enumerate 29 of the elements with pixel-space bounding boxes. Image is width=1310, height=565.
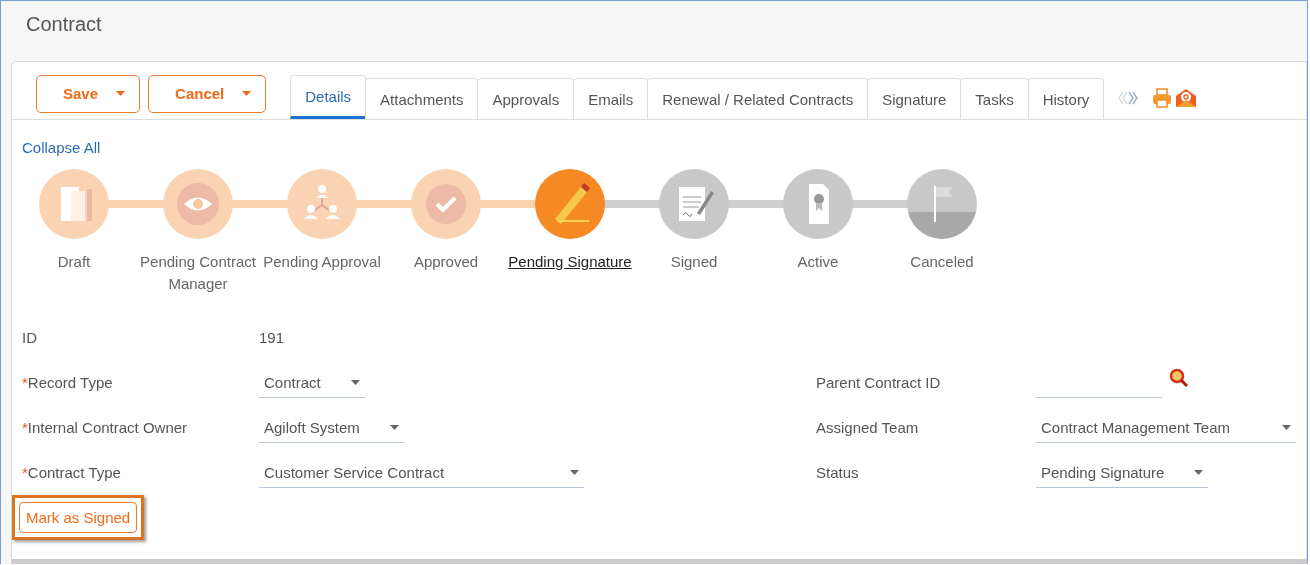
required-mark: * <box>22 419 28 436</box>
collapse-all-link[interactable]: Collapse All <box>22 139 101 156</box>
window-title: Contract <box>25 12 103 37</box>
dropdown-field[interactable]: Agiloft System <box>259 412 404 443</box>
field-label: Parent Contract ID <box>816 374 941 391</box>
step-label: Pending Approval <box>262 252 382 272</box>
step-label: Active <box>796 252 840 272</box>
step-label: Signed <box>669 252 719 272</box>
step-label: Approved <box>412 252 480 272</box>
tab[interactable]: Attachments <box>365 78 479 119</box>
tab[interactable]: History <box>1027 78 1105 119</box>
field-label: Internal Contract Owner <box>27 419 188 436</box>
dropdown-field[interactable]: Customer Service Contract <box>259 457 584 488</box>
field-label: Status <box>816 464 859 481</box>
field-label: ID <box>22 329 37 346</box>
dropdown-field[interactable]: Contract Management Team <box>1036 412 1296 443</box>
step-label: Pending Contract Manager <box>139 252 257 294</box>
required-mark: * <box>22 374 28 391</box>
field-label: Record Type <box>27 374 113 391</box>
field-label: Assigned Team <box>816 419 919 436</box>
field-label: Contract Type <box>27 464 121 481</box>
step-label: Pending Signature <box>508 252 632 272</box>
dropdown-field[interactable]: Pending Signature <box>1036 457 1209 488</box>
tab[interactable]: Details <box>290 75 367 119</box>
field-value: 191 <box>259 328 285 348</box>
required-mark: * <box>22 464 28 481</box>
step-label: Canceled <box>909 252 975 272</box>
step-label: Draft <box>56 252 92 272</box>
dropdown-field[interactable]: Contract <box>259 367 365 398</box>
